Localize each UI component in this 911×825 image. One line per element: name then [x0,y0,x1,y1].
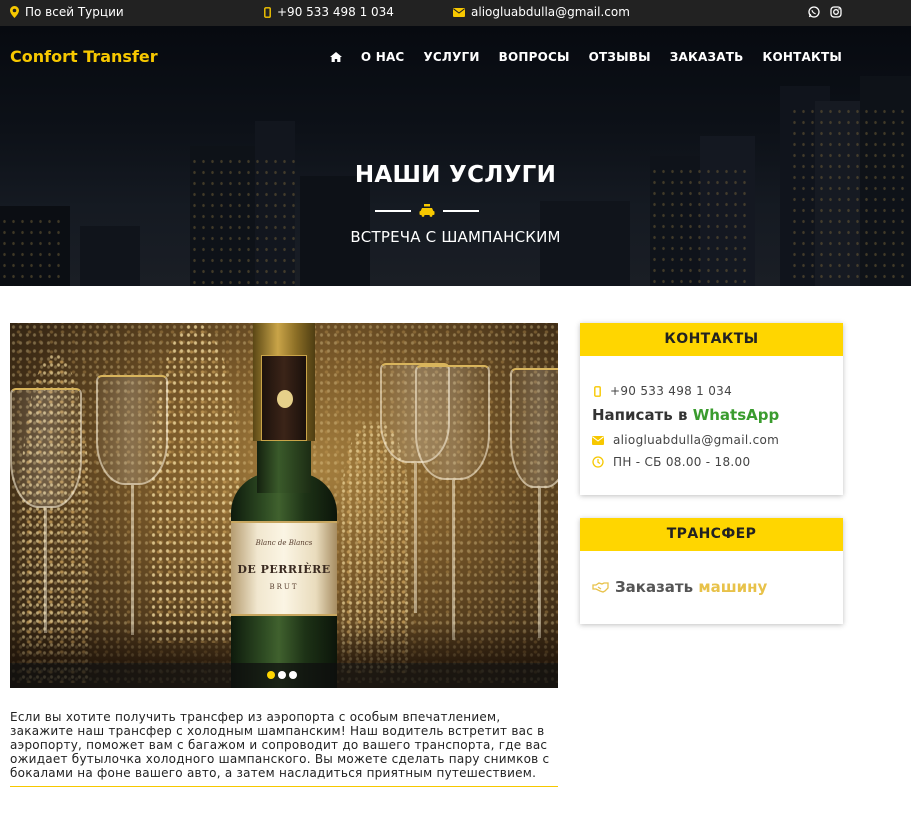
description-divider [10,786,558,787]
contact-phone-text: +90 533 498 1 034 [610,384,733,398]
mobile-icon [594,385,601,397]
hero-header: Confort Transfer О НАС УСЛУГИ ВОПРОСЫ ОТ… [0,26,911,286]
slider-dot-1[interactable] [267,671,275,679]
slider-dot-3[interactable] [289,671,297,679]
order-prefix: Заказать [615,578,699,596]
label-brand: DE PERRIÈRE [237,563,331,576]
slider-dot-2[interactable] [278,671,286,679]
slider-indicator-bar [10,663,558,688]
bottle-label: Blanc de Blancs DE PERRIÈRE BRUT [231,521,337,616]
nav-item-about[interactable]: О НАС [361,50,405,64]
whatsapp-word: WhatsApp [692,406,780,424]
map-pin-icon [10,6,19,18]
transfer-card: ТРАНСФЕР Заказать машину [580,518,843,624]
label-line-1: Blanc de Blancs [255,539,313,547]
transfer-title: ТРАНСФЕР [580,518,843,551]
main-nav: О НАС УСЛУГИ ВОПРОСЫ ОТЗЫВЫ ЗАКАЗАТЬ КОН… [329,50,842,64]
nav-item-reviews[interactable]: ОТЗЫВЫ [589,50,651,64]
contact-email[interactable]: aliogluabdulla@gmail.com [592,433,779,447]
page-subtitle: ВСТРЕЧА С ШАМПАНСКИМ [350,228,561,246]
page-title: НАШИ УСЛУГИ [354,162,557,188]
location-info: По всей Турции [10,5,124,19]
envelope-icon [453,7,465,17]
nav-item-contacts[interactable]: КОНТАКТЫ [762,50,842,64]
contacts-title: КОНТАКТЫ [580,323,843,356]
image-slider[interactable]: Blanc de Blancs DE PERRIÈRE BRUT [10,323,558,688]
mobile-icon [264,6,271,18]
whatsapp-link[interactable]: Написать в WhatsApp [592,406,779,424]
service-description: Если вы хотите получить трансфер из аэро… [10,710,550,780]
order-car-link[interactable]: Заказать машину [592,578,767,596]
phone-link[interactable]: +90 533 498 1 034 [264,5,394,19]
nav-item-services[interactable]: УСЛУГИ [423,50,479,64]
phone-text: +90 533 498 1 034 [277,5,394,19]
order-word: машину [698,578,768,596]
nav-item-faq[interactable]: ВОПРОСЫ [499,50,570,64]
top-bar: По всей Турции +90 533 498 1 034 alioglu… [0,0,911,26]
clock-icon [592,456,604,468]
contact-phone[interactable]: +90 533 498 1 034 [594,384,732,398]
instagram-icon[interactable] [830,6,842,18]
contacts-card: КОНТАКТЫ +90 533 498 1 034 Написать в Wh… [580,323,843,495]
taxi-icon [419,204,435,217]
contact-hours-text: ПН - СБ 08.00 - 18.00 [613,455,751,469]
whatsapp-prefix: Написать в [592,406,693,424]
home-icon[interactable] [329,52,342,62]
title-divider [375,204,479,218]
location-text: По всей Турции [25,5,124,19]
contact-email-text: aliogluabdulla@gmail.com [613,433,780,447]
site-logo[interactable]: Confort Transfer [10,47,158,66]
envelope-icon [592,435,604,445]
whatsapp-icon[interactable] [808,6,820,18]
contact-hours: ПН - СБ 08.00 - 18.00 [592,455,750,469]
handshake-icon [592,581,609,593]
label-line-3: BRUT [269,583,299,591]
nav-item-order[interactable]: ЗАКАЗАТЬ [670,50,744,64]
email-text: aliogluabdulla@gmail.com [471,5,630,19]
email-link[interactable]: aliogluabdulla@gmail.com [453,5,630,19]
